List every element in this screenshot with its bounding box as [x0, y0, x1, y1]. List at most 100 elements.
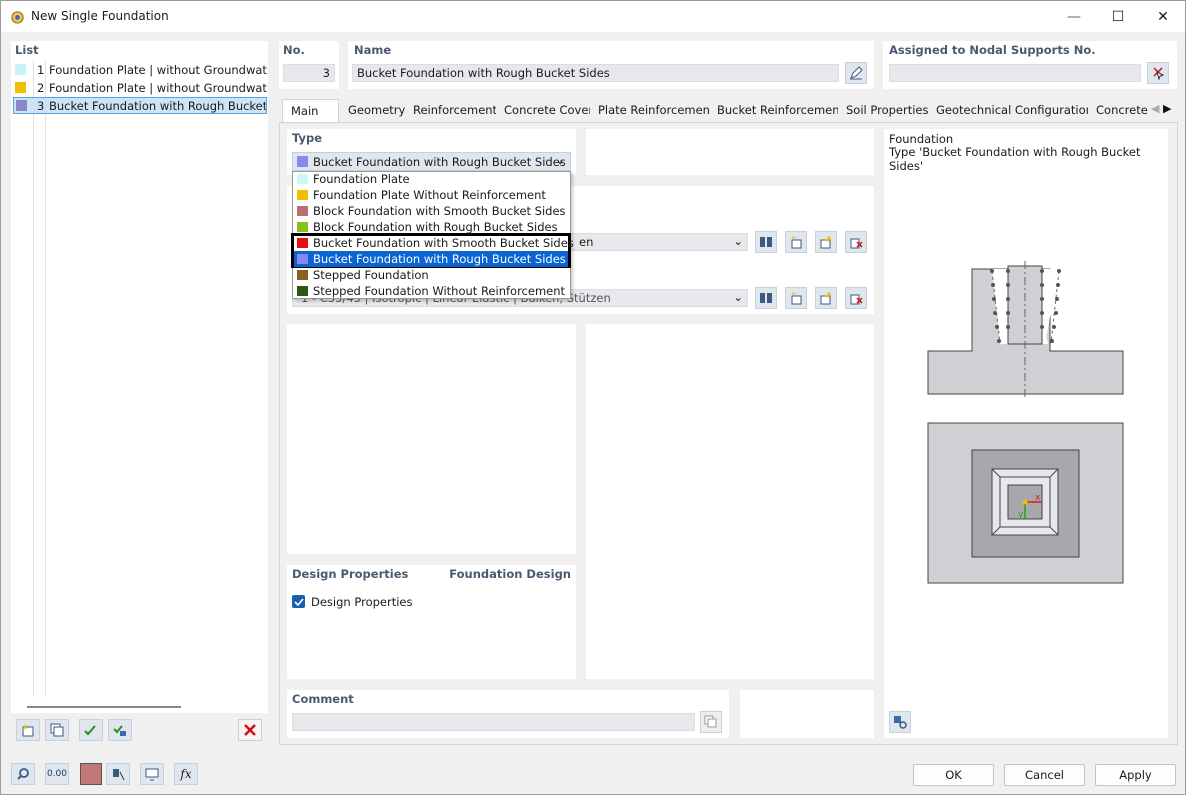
type-selected-swatch	[297, 156, 308, 167]
type-option[interactable]: Stepped Foundation	[293, 267, 570, 283]
check-icon	[293, 597, 304, 606]
option-label: Block Foundation with Rough Bucket Sides	[313, 220, 558, 234]
list-item-label: Bucket Foundation with Rough Bucket Sid	[49, 99, 267, 113]
design-properties-checkbox[interactable]	[292, 595, 305, 608]
option-label: Bucket Foundation with Rough Bucket Side…	[313, 252, 566, 266]
search-icon	[17, 768, 29, 780]
edit-name-button[interactable]	[845, 62, 867, 84]
type-option[interactable]: Block Foundation with Smooth Bucket Side…	[293, 203, 570, 219]
check-all-button[interactable]	[79, 719, 103, 741]
option-swatch	[297, 270, 308, 280]
tab-concrete[interactable]: Concrete	[1088, 99, 1150, 122]
foundation-design-label: Foundation Design	[449, 567, 571, 581]
delete-material-button[interactable]	[845, 287, 867, 309]
comment-field[interactable]	[292, 713, 695, 731]
comment-panel: Comment	[287, 690, 729, 738]
name-field[interactable]: Bucket Foundation with Rough Bucket Side…	[352, 64, 839, 82]
option-swatch	[297, 238, 308, 248]
option-swatch	[297, 206, 308, 216]
list-item[interactable]: 1 Foundation Plate | without Groundwater…	[13, 62, 267, 79]
list-item-number: 3	[37, 99, 45, 113]
tab-reinforcement[interactable]: Reinforcement	[405, 99, 506, 122]
tab-scroll-left-icon[interactable]: ◀	[1151, 102, 1159, 115]
option-swatch	[297, 222, 308, 232]
check-selected-icon	[113, 725, 126, 736]
list-item[interactable]: 2 Foundation Plate | without Groundwater…	[13, 80, 267, 97]
units-button[interactable]: 0.00	[45, 763, 69, 785]
new-material-button[interactable]	[785, 287, 807, 309]
list-item-label: Foundation Plate | without Groundwater (	[49, 63, 267, 77]
list-item-swatch	[15, 82, 26, 93]
search-button[interactable]	[11, 763, 35, 785]
delete-material-button[interactable]	[845, 231, 867, 253]
svg-text:y: y	[1018, 510, 1024, 520]
display-button[interactable]	[140, 763, 164, 785]
comment-label: Comment	[292, 692, 354, 706]
comment-library-button[interactable]	[700, 711, 722, 733]
assigned-label: Assigned to Nodal Supports No.	[889, 43, 1096, 57]
comment-side-panel	[740, 690, 874, 738]
chevron-down-icon: ⌄	[555, 153, 565, 167]
material-library-button[interactable]	[755, 287, 777, 309]
formula-button[interactable]: fx	[174, 763, 198, 785]
delete-item-button[interactable]	[238, 719, 262, 741]
display-icon	[145, 768, 159, 781]
tab-geometry[interactable]: Geometry	[340, 99, 414, 122]
tab-soil-properties[interactable]: Soil Properties	[838, 99, 937, 122]
edit-material-button[interactable]	[815, 231, 837, 253]
tab-scroll-right-icon[interactable]: ▶	[1163, 102, 1171, 115]
type-option-selected[interactable]: Bucket Foundation with Rough Bucket Side…	[294, 251, 568, 267]
design-panel: Design Properties Foundation Design Desi…	[287, 565, 576, 679]
minimize-button[interactable]: —	[1051, 1, 1097, 32]
type-option[interactable]: Foundation Plate	[293, 171, 570, 187]
structure-info-button[interactable]	[106, 763, 130, 785]
preview-options-button[interactable]	[889, 711, 911, 733]
type-option[interactable]: Foundation Plate Without Reinforcement	[293, 187, 570, 203]
preview-panel: Foundation Type 'Bucket Foundation with …	[884, 129, 1168, 738]
library-icon	[760, 237, 772, 247]
ok-button[interactable]: OK	[913, 764, 994, 786]
edit-icon	[850, 66, 863, 80]
type-side-panel	[586, 129, 874, 175]
cancel-button[interactable]: Cancel	[1004, 764, 1085, 786]
close-window-button[interactable]: ✕	[1140, 1, 1186, 32]
new-icon	[791, 292, 802, 305]
material-1-value: en	[579, 235, 594, 249]
type-label: Type	[292, 131, 323, 145]
tab-concrete-cover[interactable]: Concrete Cover	[496, 99, 602, 122]
new-item-button[interactable]	[16, 719, 40, 741]
tab-bucket-reinforcement[interactable]: Bucket Reinforcement	[709, 99, 853, 122]
type-option[interactable]: Bucket Foundation with Smooth Bucket Sid…	[293, 235, 574, 251]
edit-material-icon	[820, 292, 831, 305]
delete-material-icon	[850, 238, 863, 249]
edit-material-button[interactable]	[815, 287, 837, 309]
apply-button[interactable]: Apply	[1095, 764, 1176, 786]
tab-geotechnical-configuration[interactable]: Geotechnical Configuration	[928, 99, 1101, 122]
name-panel: Name Bucket Foundation with Rough Bucket…	[348, 41, 874, 89]
check-selected-button[interactable]	[108, 719, 132, 741]
list-item-number: 2	[37, 81, 45, 95]
tab-plate-reinforcement[interactable]: Plate Reinforcement	[590, 99, 723, 122]
svg-text:x: x	[1035, 493, 1041, 503]
type-select[interactable]: Bucket Foundation with Rough Bucket Side…	[292, 152, 571, 171]
maximize-button[interactable]: ☐	[1095, 1, 1141, 32]
tab-main[interactable]: Main	[282, 99, 339, 122]
new-material-button[interactable]	[785, 231, 807, 253]
maximize-icon: ☐	[1111, 8, 1125, 25]
copy-icon	[50, 723, 64, 737]
function-icon: fx	[180, 767, 192, 781]
tab-bar: Main Geometry Reinforcement Concrete Cov…	[282, 99, 1178, 122]
list-item-label: Foundation Plate | without Groundwater (	[49, 81, 267, 95]
assigned-field[interactable]	[889, 64, 1141, 82]
type-option[interactable]: Stepped Foundation Without Reinforcement	[293, 283, 570, 299]
list-panel: List	[11, 41, 268, 749]
copy-item-button[interactable]	[45, 719, 69, 741]
list-item-swatch	[16, 100, 27, 111]
list-item-selected[interactable]: 3 Bucket Foundation with Rough Bucket Si…	[13, 97, 267, 114]
select-nodal-supports-button[interactable]	[1147, 62, 1169, 84]
number-field[interactable]: 3	[283, 64, 335, 82]
material-library-button[interactable]	[755, 231, 777, 253]
option-swatch	[297, 190, 308, 200]
color-button[interactable]	[80, 763, 102, 785]
type-selected-value: Bucket Foundation with Rough Bucket Side…	[313, 155, 566, 169]
